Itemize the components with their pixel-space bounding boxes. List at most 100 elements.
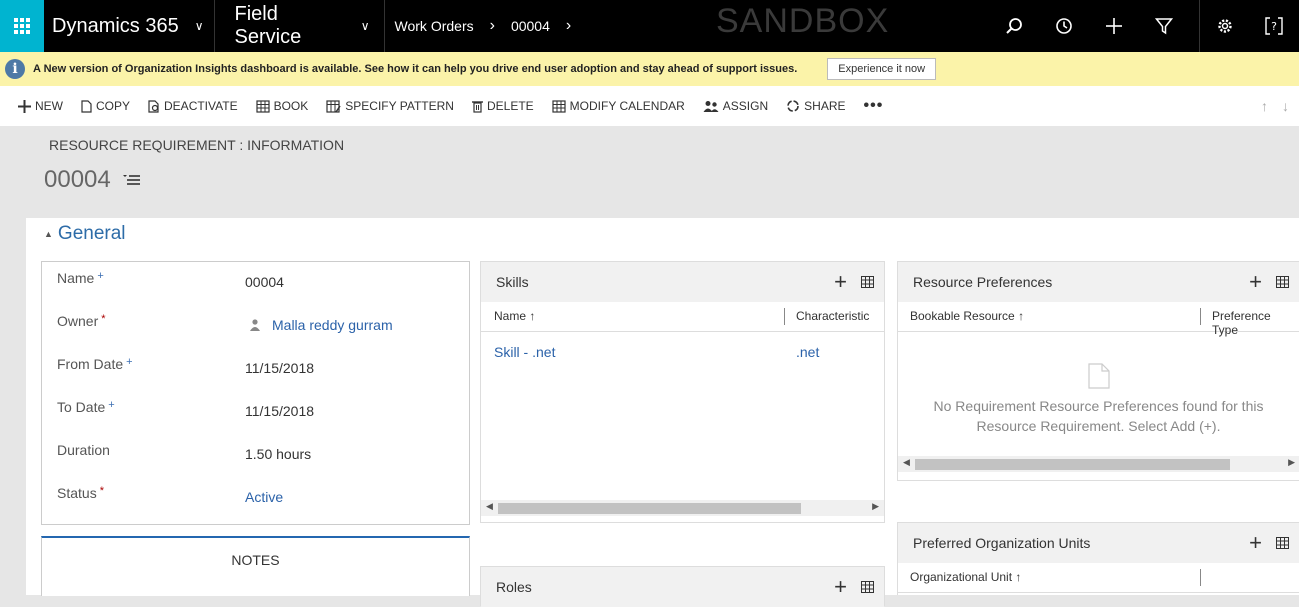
scroll-right-icon[interactable]: ▶ [872,501,879,512]
section-general-toggle[interactable]: ▲ General [44,223,126,245]
scroll-left-icon[interactable]: ◀ [903,457,910,468]
add-organization-unit-button[interactable]: + [1249,532,1262,554]
notes-title: NOTES [231,552,280,568]
status-value[interactable]: Active [245,489,283,505]
trash-icon [471,100,483,113]
help-icon: ? [1265,17,1283,35]
column-header-bookable-resource[interactable]: Bookable Resource ↑ [910,309,1024,323]
breadcrumb-work-orders[interactable]: Work Orders [395,18,474,34]
book-button[interactable]: BOOK [247,86,318,126]
owner-value[interactable]: Malla reddy gurram [250,317,393,333]
modify-calendar-button[interactable]: MODIFY CALENDAR [543,86,694,126]
new-button[interactable]: NEW [0,86,72,126]
from-date-value[interactable]: 11/15/2018 [245,360,314,376]
scroll-right-icon[interactable]: ▶ [1288,457,1295,468]
deactivate-button[interactable]: DEACTIVATE [139,86,247,126]
add-skill-button[interactable]: + [834,271,847,293]
owner-link[interactable]: Malla reddy gurram [272,317,393,333]
plus-icon [1106,18,1122,34]
assign-button[interactable]: ASSIGN [694,86,777,126]
skill-name-link[interactable]: Skill - .net [494,344,555,360]
field-duration[interactable]: Duration 1.50 hours [42,434,471,477]
field-label: Status * [57,485,104,501]
scrollbar-thumb[interactable] [915,459,1230,470]
assign-label: ASSIGN [722,99,769,113]
quick-create-button[interactable] [1089,0,1139,52]
grid-view-icon[interactable] [1276,276,1289,288]
modify-calendar-label: MODIFY CALENDAR [569,99,685,113]
name-value[interactable]: 00004 [245,274,284,290]
field-label: Owner * [57,313,106,329]
column-divider[interactable] [1200,308,1201,325]
search-icon [1006,18,1022,34]
notes-panel: NOTES [41,536,470,596]
share-label: SHARE [804,99,846,113]
experience-it-now-button[interactable]: Experience it now [827,58,937,80]
column-header-characteristic[interactable]: Characteristic [796,309,869,323]
area-name: Field Service [234,3,302,48]
roles-grid-header: Roles + [481,567,884,607]
form-selector-icon[interactable] [122,173,141,187]
to-date-value[interactable]: 11/15/2018 [245,403,314,419]
column-divider[interactable] [1200,569,1201,586]
more-commands-button[interactable]: ••• [855,86,893,126]
grid-view-icon[interactable] [861,581,874,593]
document-icon [1088,363,1110,389]
record-name: 00004 [44,166,111,193]
duration-value[interactable]: 1.50 hours [245,446,311,462]
roles-grid: Roles + [480,566,885,607]
field-from-date[interactable]: From Date + 11/15/2018 [42,348,471,391]
column-header-name[interactable]: Name ↑ [494,309,535,323]
breadcrumb-record[interactable]: 00004 [511,18,550,34]
column-header-organizational-unit[interactable]: Organizational Unit ↑ [910,570,1021,584]
field-to-date[interactable]: To Date + 11/15/2018 [42,391,471,434]
scrollbar-thumb[interactable] [498,503,801,514]
field-status[interactable]: Status * Active [42,477,471,520]
general-fields-panel: Name + 00004 Owner * Malla reddy gurram Fr… [41,261,470,525]
search-button[interactable] [989,0,1039,52]
skills-title: Skills [496,274,529,290]
pattern-icon [326,99,341,113]
app-switcher[interactable]: Dynamics 365 ∨ [44,0,215,52]
grid-view-icon[interactable] [861,276,874,288]
field-owner[interactable]: Owner * Malla reddy gurram [42,305,471,348]
previous-record-arrow-icon[interactable]: ↑ [1261,98,1268,114]
horizontal-scrollbar[interactable]: ◀ ▶ [898,456,1299,472]
specify-pattern-button[interactable]: SPECIFY PATTERN [317,86,463,126]
next-record-arrow-icon[interactable]: ↓ [1282,98,1289,114]
skills-grid-header: Skills + [481,262,884,302]
delete-button[interactable]: DELETE [463,86,543,126]
chevron-down-icon: ∨ [194,19,204,33]
recent-button[interactable] [1039,0,1089,52]
resource-preferences-column-headers: Bookable Resource ↑ Preference Type [898,302,1299,337]
info-icon: i [5,59,25,79]
column-header-preference-type[interactable]: Preference Type [1212,309,1299,337]
copy-button[interactable]: COPY [72,86,139,126]
field-name[interactable]: Name + 00004 [42,262,471,305]
new-label: NEW [35,99,63,113]
command-bar: NEW COPY DEACTIVATE BOOK SPECIFY PATTERN… [0,86,1299,126]
share-button[interactable]: SHARE [777,86,854,126]
skill-characteristic-link[interactable]: .net [796,344,819,360]
area-switcher[interactable]: Field Service ∨ [215,0,385,52]
add-resource-preference-button[interactable]: + [1249,271,1262,293]
horizontal-scrollbar[interactable]: ◀ ▶ [481,500,884,516]
help-button[interactable]: ? [1249,0,1299,52]
chevron-right-icon[interactable]: › [566,17,571,35]
skills-column-headers: Name ↑ Characteristic [481,302,884,332]
chevron-down-icon: ∨ [360,19,370,33]
copy-label: COPY [96,99,131,113]
scroll-left-icon[interactable]: ◀ [486,501,493,512]
specify-pattern-label: SPECIFY PATTERN [345,99,454,113]
settings-button[interactable] [1199,0,1249,52]
chevron-right-icon[interactable]: › [490,17,495,35]
field-label: To Date + [57,399,115,415]
app-launcher-button[interactable] [0,0,44,52]
delete-label: DELETE [486,99,534,113]
grid-view-icon[interactable] [1276,537,1289,549]
user-icon [250,319,260,331]
empty-message-line: No Requirement Resource Preferences foun… [933,398,1264,414]
advanced-find-button[interactable] [1139,0,1189,52]
column-divider[interactable] [784,308,785,325]
svg-text:?: ? [1271,20,1277,33]
